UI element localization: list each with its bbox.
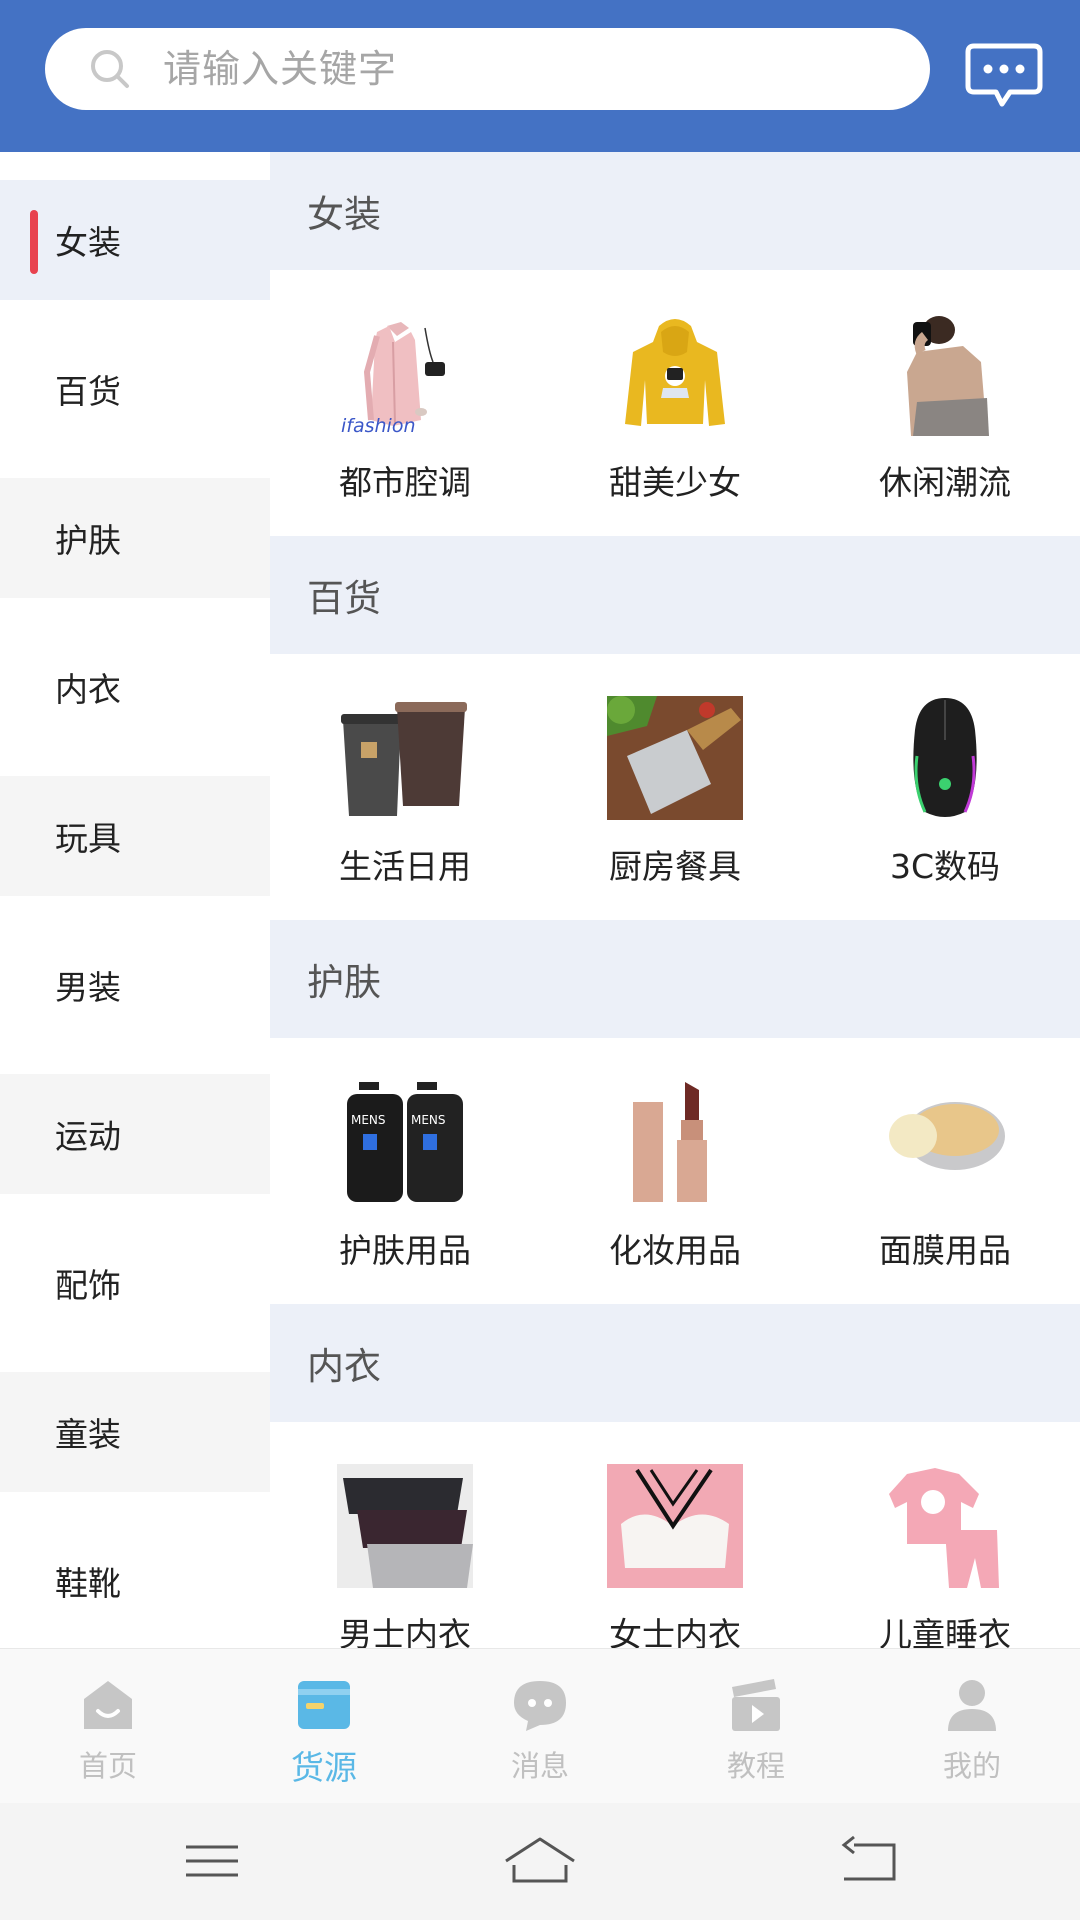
tab-label: 我的 [942,1749,1001,1783]
tab-label: 货源 [291,1748,357,1787]
sweater-product-image [877,312,1013,436]
category-item[interactable]: 生活日用 [270,654,540,920]
category-item[interactable]: ifashion 都市腔调 [270,270,540,536]
mens-label: MENS [351,1113,386,1127]
bra-product-image [607,1464,743,1588]
top-header: 请输入关键字 [0,0,1080,152]
sidebar-item-label: 运动 [55,1117,121,1156]
search-bar[interactable]: 请输入关键字 [45,28,930,110]
cleaver-knife-product-image [607,696,743,820]
sidebar-item-women[interactable]: 女装 [0,180,270,300]
sidebar-item-men[interactable]: 男装 [0,925,270,1045]
lipstick-product-image [633,1082,707,1202]
sidebar-item-kids[interactable]: 童装 [0,1372,270,1492]
section-grid-underwear: 男士内衣 女士内衣 儿童睡衣 [270,1422,1080,1648]
section-grid-general: 生活日用 厨房餐具 3C数码 [270,654,1080,920]
active-indicator [30,210,38,274]
tab-label: 教程 [726,1749,785,1783]
system-nav-bar [0,1803,1080,1920]
tab-mine[interactable]: 我的 [864,1649,1080,1804]
section-title: 内衣 [307,1345,381,1388]
sidebar-item-label: 女装 [55,223,121,262]
tab-source[interactable]: 货源 [216,1649,432,1804]
category-content: 女装 ifashion 都市腔调 甜美少女 休闲潮流 百货 生活日用 厨房餐具 … [270,152,1080,1648]
sidebar-item-label: 童装 [55,1415,121,1454]
video-icon [732,1679,780,1731]
section-header-general: 百货 [270,536,1080,654]
category-item[interactable]: 甜美少女 [540,270,810,536]
mask-jar-product-image [889,1102,1005,1170]
category-item-label: 休闲潮流 [879,463,1011,502]
kids-pajamas-product-image [889,1468,999,1588]
category-item[interactable]: 面膜用品 [810,1038,1080,1304]
bottom-tab-bar: 首页 货源 消息 教程 我的 [0,1648,1080,1803]
home-icon [84,1681,132,1729]
card-icon [298,1681,350,1729]
category-item-label: 厨房餐具 [609,847,741,886]
section-title: 百货 [307,577,381,620]
category-item-label: 女士内衣 [609,1615,741,1648]
category-item[interactable]: MENS MENS 护肤用品 [270,1038,540,1304]
sidebar-item-general[interactable]: 百货 [0,329,270,449]
category-item-label: 面膜用品 [879,1231,1011,1270]
category-item[interactable]: 儿童睡衣 [810,1422,1080,1648]
men-underwear-product-image [337,1464,473,1588]
section-header-women: 女装 [270,152,1080,270]
category-item-label: 护肤用品 [339,1231,471,1270]
sidebar-item-label: 护肤 [55,521,121,560]
mouse-product-image [913,698,977,817]
category-item[interactable]: 3C数码 [810,654,1080,920]
sidebar-item-accessories[interactable]: 配饰 [0,1223,270,1343]
category-item-label: 都市腔调 [339,463,471,502]
chat-icon [514,1681,566,1731]
cleanser-bottles-product-image: MENS MENS [347,1082,463,1202]
category-item[interactable]: 化妆用品 [540,1038,810,1304]
back-icon[interactable] [838,1831,902,1891]
sidebar-item-label: 配饰 [55,1266,121,1305]
tab-label: 首页 [78,1749,137,1783]
category-item[interactable]: 休闲潮流 [810,270,1080,536]
home-nav-icon[interactable] [500,1831,580,1891]
tab-messages[interactable]: 消息 [432,1649,648,1804]
category-item-label: 3C数码 [889,847,1001,886]
mens-label: MENS [411,1113,446,1127]
message-icon[interactable] [964,42,1044,110]
category-item[interactable]: 厨房餐具 [540,654,810,920]
section-grid-women: ifashion 都市腔调 甜美少女 休闲潮流 [270,270,1080,536]
sidebar-item-sports[interactable]: 运动 [0,1074,270,1194]
tab-tutorial[interactable]: 教程 [648,1649,864,1804]
section-title: 女装 [307,193,381,236]
sidebar-item-label: 鞋靴 [55,1564,121,1603]
section-title: 护肤 [307,961,381,1004]
sidebar-item-underwear[interactable]: 内衣 [0,627,270,747]
hoodie-product-image [625,319,725,426]
category-item[interactable]: 男士内衣 [270,1422,540,1648]
sidebar-item-label: 玩具 [55,819,121,858]
user-icon [948,1680,996,1731]
section-header-underwear: 内衣 [270,1304,1080,1422]
sidebar-item-toys[interactable]: 玩具 [0,776,270,896]
category-item-label: 男士内衣 [339,1615,471,1648]
search-icon [91,50,129,88]
sidebar-item-shoes[interactable]: 鞋靴 [0,1521,270,1641]
search-input[interactable]: 请输入关键字 [163,28,397,110]
sidebar-item-skincare[interactable]: 护肤 [0,478,270,598]
coat-product-image: ifashion [341,322,445,436]
category-item-label: 生活日用 [339,847,471,886]
category-item-label: 甜美少女 [609,463,741,502]
category-item[interactable]: 女士内衣 [540,1422,810,1648]
category-item-label: 化妆用品 [609,1231,741,1270]
sidebar-item-label: 男装 [55,968,121,1007]
tab-home[interactable]: 首页 [0,1649,216,1804]
category-item-label: 儿童睡衣 [879,1615,1011,1648]
ifashion-logo: ifashion [341,415,416,436]
tab-label: 消息 [510,1749,569,1783]
section-grid-skincare: MENS MENS 护肤用品 化妆用品 面膜用品 [270,1038,1080,1304]
trash-bin-product-image [341,702,467,816]
category-sidebar: 女装 百货 护肤 内衣 玩具 男装 运动 配饰 童装 鞋靴 [0,152,270,1648]
sidebar-item-label: 百货 [55,372,121,411]
sidebar-item-label: 内衣 [55,670,121,709]
menu-icon[interactable] [180,1831,244,1891]
section-header-skincare: 护肤 [270,920,1080,1038]
